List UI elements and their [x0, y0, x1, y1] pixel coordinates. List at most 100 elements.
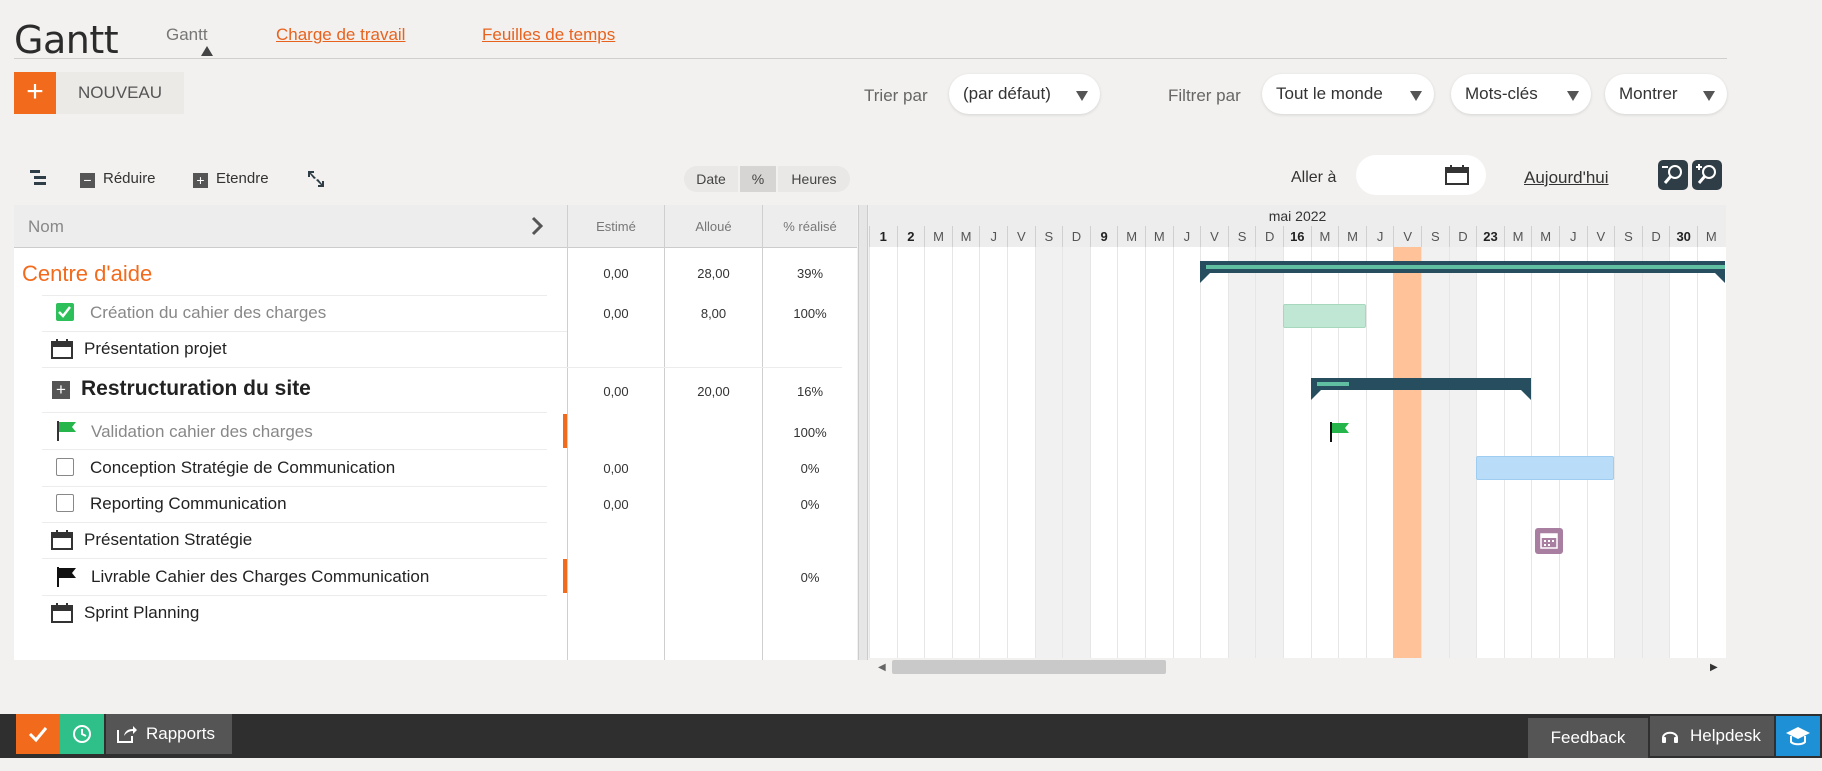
gantt-summary-bar[interactable]: [1200, 261, 1725, 283]
panel-splitter[interactable]: [858, 205, 868, 660]
gantt-day-column: [1503, 247, 1532, 658]
gantt-day-label: D: [1448, 226, 1477, 247]
task-checkbox[interactable]: [56, 458, 74, 476]
gantt-day-label: J: [1365, 226, 1394, 247]
col-estimated-header[interactable]: Estimé: [568, 219, 664, 234]
filter-who-select[interactable]: Tout le monde: [1262, 74, 1434, 114]
task-name[interactable]: Validation cahier des charges: [91, 422, 313, 442]
row-divider: [42, 558, 547, 559]
task-checkbox[interactable]: [56, 494, 74, 512]
timer-button[interactable]: [60, 714, 104, 754]
keywords-value: Mots-clés: [1465, 84, 1538, 103]
cell-done: 16%: [796, 384, 824, 399]
task-name[interactable]: Livrable Cahier des Charges Communicatio…: [91, 567, 429, 587]
task-name[interactable]: Conception Stratégie de Communication: [90, 458, 395, 478]
tab-charge-de-travail[interactable]: Charge de travail: [276, 25, 405, 45]
gantt-day-label: V: [1200, 226, 1228, 247]
row-divider: [42, 486, 547, 487]
row-divider: [42, 331, 567, 332]
scroll-thumb[interactable]: [892, 660, 1166, 674]
task-name[interactable]: Présentation projet: [84, 339, 227, 359]
gantt-event-calendar-icon[interactable]: [1535, 528, 1564, 554]
cell-done: 0%: [800, 570, 820, 585]
reduce-button[interactable]: − Réduire: [80, 169, 156, 189]
gantt-day-label: J: [1559, 226, 1587, 247]
keywords-select[interactable]: Mots-clés: [1451, 74, 1591, 114]
indent-button[interactable]: [30, 170, 48, 191]
row-divider: [42, 595, 547, 596]
calendar-icon: [51, 339, 73, 359]
scroll-right-icon[interactable]: ▶: [1710, 662, 1718, 673]
task-name[interactable]: Création du cahier des charges: [90, 303, 326, 323]
expand-group-icon[interactable]: +: [52, 381, 70, 399]
goto-date-input[interactable]: [1356, 155, 1486, 195]
zoom-in-button[interactable]: [1692, 160, 1722, 190]
green-flag-icon: [57, 421, 76, 441]
scroll-left-icon[interactable]: ◀: [878, 662, 886, 673]
gantt-day-row: 1 2 M M J V S D 9 M M J V S D 16 M M J V S D 23 M M J V S D 30 M: [869, 226, 1726, 247]
show-select[interactable]: Montrer: [1605, 74, 1727, 114]
gantt-day-label: J: [1172, 226, 1201, 247]
gantt-day-label: M: [1531, 226, 1559, 247]
feedback-button[interactable]: Feedback: [1528, 718, 1648, 758]
gantt-milestone-flag-icon[interactable]: [1329, 422, 1350, 444]
gantt-day-label: V: [1393, 226, 1421, 247]
gantt-summary-end-icon: [1310, 390, 1321, 400]
task-name[interactable]: Centre d'aide: [22, 261, 152, 287]
tasks-button[interactable]: [16, 714, 60, 754]
gantt-day-label: D: [1062, 226, 1090, 247]
sort-select[interactable]: (par défaut): [949, 74, 1100, 114]
helpdesk-button[interactable]: Helpdesk: [1650, 716, 1774, 756]
today-link[interactable]: Aujourd'hui: [1524, 168, 1609, 188]
task-name[interactable]: Restructuration du site: [81, 377, 311, 401]
gantt-day-column: [951, 247, 980, 658]
task-name[interactable]: Présentation Stratégie: [84, 530, 252, 550]
gantt-day-column: [1145, 247, 1173, 658]
check-icon: [28, 727, 48, 743]
gantt-day-column: [924, 247, 952, 658]
seg-hours[interactable]: Heures: [778, 166, 850, 192]
gantt-day-column: [1614, 247, 1642, 658]
reports-button[interactable]: Rapports: [106, 714, 232, 754]
new-plus-button[interactable]: +: [14, 72, 56, 114]
tab-gantt[interactable]: Gantt: [166, 25, 208, 45]
gantt-day-label: V: [1586, 226, 1615, 247]
reduce-label: Réduire: [103, 170, 156, 187]
helpdesk-label: Helpdesk: [1690, 726, 1761, 745]
new-button[interactable]: NOUVEAU: [56, 72, 184, 114]
cell-estimated: 0,00: [603, 497, 629, 512]
seg-percent[interactable]: %: [740, 166, 776, 192]
seg-date[interactable]: Date: [684, 166, 738, 192]
page-title: Gantt: [14, 18, 119, 62]
active-tab-caret-icon: [201, 46, 213, 56]
gantt-day-label: J: [979, 226, 1007, 247]
expand-button[interactable]: + Etendre: [193, 169, 269, 189]
col-done-header[interactable]: % réalisé: [763, 219, 857, 234]
gantt-summary-bar[interactable]: [1310, 378, 1532, 400]
black-flag-icon: [57, 567, 76, 587]
tab-feuilles-de-temps[interactable]: Feuilles de temps: [482, 25, 615, 45]
col-name-header[interactable]: Nom: [28, 217, 64, 237]
gantt-day-label: M: [1117, 226, 1145, 247]
reports-label: Rapports: [146, 724, 215, 743]
academy-button[interactable]: [1776, 716, 1820, 756]
gantt-task-bar[interactable]: [1476, 456, 1615, 480]
task-name[interactable]: Sprint Planning: [84, 603, 199, 623]
zoom-out-button[interactable]: [1658, 160, 1688, 190]
header-divider: [14, 58, 1727, 59]
gantt-day-column: [1421, 247, 1449, 658]
fit-button[interactable]: [307, 170, 325, 193]
plus-icon: +: [193, 173, 208, 188]
task-name[interactable]: Reporting Communication: [90, 494, 287, 514]
gantt-summary-end-icon: [1200, 273, 1211, 283]
chevron-right-icon[interactable]: [531, 216, 543, 236]
gantt-day-label: M: [924, 226, 952, 247]
late-indicator: [563, 414, 567, 448]
goto-label: Aller à: [1291, 169, 1337, 186]
gantt-progress: [1206, 265, 1725, 269]
task-checkbox-checked[interactable]: [56, 303, 74, 321]
gantt-task-bar-done[interactable]: [1283, 304, 1366, 328]
col-allocated-header[interactable]: Alloué: [665, 219, 762, 234]
minus-icon: −: [80, 173, 95, 188]
row-divider: [42, 295, 547, 296]
